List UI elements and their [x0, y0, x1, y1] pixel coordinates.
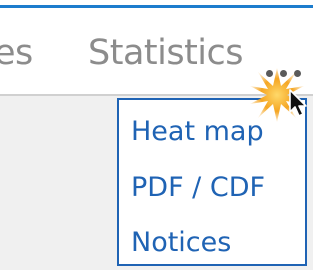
- more-horizontal-icon: [280, 70, 287, 77]
- tab-partial[interactable]: es: [0, 36, 33, 71]
- tab-bar-divider: [0, 94, 313, 96]
- overflow-dropdown-menu: Heat map PDF / CDF Notices: [117, 98, 307, 266]
- overflow-menu-button[interactable]: [263, 60, 307, 86]
- more-horizontal-icon: [266, 70, 273, 77]
- menu-item-notices[interactable]: Notices: [131, 229, 231, 256]
- menu-item-pdf-cdf[interactable]: PDF / CDF: [131, 174, 265, 201]
- app-window: es Statistics Heat map PDF / CDF Notices: [0, 0, 313, 270]
- menu-item-heat-map[interactable]: Heat map: [131, 118, 264, 145]
- tab-bar: es Statistics: [0, 8, 313, 94]
- more-horizontal-icon: [294, 70, 301, 77]
- tab-statistics[interactable]: Statistics: [88, 36, 244, 71]
